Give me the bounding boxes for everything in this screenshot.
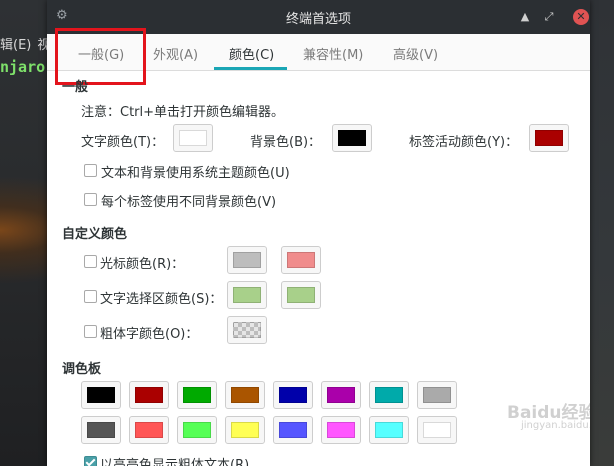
palette-row2-swatch-button-4[interactable] <box>225 416 265 444</box>
palette-row2-swatch-6 <box>327 422 355 438</box>
tab-active-color-button[interactable] <box>529 124 569 152</box>
active-tab-indicator <box>214 67 287 70</box>
palette-row1-swatch-button-8[interactable] <box>417 381 457 409</box>
desktop-background-right <box>590 0 614 466</box>
palette-row2-swatch-button-2[interactable] <box>129 416 169 444</box>
palette-row2-swatch-4 <box>231 422 259 438</box>
baidu-watermark-url: jingyan.baidu.com <box>521 420 590 431</box>
bold-color-checkbox[interactable] <box>84 325 97 338</box>
dialog-title: 终端首选项 <box>285 12 351 27</box>
palette-row2-swatch-button-1[interactable] <box>81 416 121 444</box>
palette-row2-swatch-button-3[interactable] <box>177 416 217 444</box>
ctrl-click-note: 注意：Ctrl+单击打开颜色编辑器。 <box>81 105 285 120</box>
palette-row1-swatch-button-1[interactable] <box>81 381 121 409</box>
terminal-menu-edit[interactable]: 辑(E) <box>0 38 31 53</box>
section-custom-title: 自定义颜色 <box>62 227 128 242</box>
tab-compatibility[interactable]: 兼容性(M) <box>303 44 363 63</box>
preferences-dialog: ⚙ 终端首选项 ▲ ⤢ ✕ 一般(G) 外观(A) 颜色(C) 兼容性(M) 高… <box>47 0 590 466</box>
text-color-swatch <box>179 130 207 146</box>
section-general-title: 一般 <box>62 80 89 95</box>
palette-row2-swatch-2 <box>135 422 163 438</box>
palette-row1-swatch-3 <box>183 387 211 403</box>
bold-color-swatch <box>233 322 261 338</box>
palette-row1-swatch-button-2[interactable] <box>129 381 169 409</box>
palette-row2-swatch-button-6[interactable] <box>321 416 361 444</box>
palette-row2-swatch-5 <box>279 422 307 438</box>
palette-row1-swatch-button-5[interactable] <box>273 381 313 409</box>
tab-colors[interactable]: 颜色(C) <box>229 44 274 63</box>
palette-row1-swatch-button-4[interactable] <box>225 381 265 409</box>
cursor-color-checkbox[interactable] <box>84 255 97 268</box>
bold-color-label[interactable]: 粗体字颜色(O)： <box>100 323 198 342</box>
cursor-color-button-1[interactable] <box>227 246 267 274</box>
bright-bold-label[interactable]: 以高亮色显示粗体文本(R) <box>100 454 249 466</box>
text-color-label: 文字颜色(T)： <box>81 135 165 150</box>
tab-advanced[interactable]: 高级(V) <box>393 44 438 63</box>
use-system-theme-label[interactable]: 文本和背景使用系统主题颜色(U) <box>101 162 290 181</box>
cursor-color-button-2[interactable] <box>281 246 321 274</box>
per-tab-bg-checkbox[interactable] <box>84 193 97 206</box>
selection-color-label[interactable]: 文字选择区颜色(S)： <box>100 288 222 307</box>
palette-row2-swatch-7 <box>375 422 403 438</box>
minimize-icon[interactable]: ▲ <box>517 9 533 25</box>
palette-row1-swatch-7 <box>375 387 403 403</box>
tab-active-color-swatch <box>535 130 563 146</box>
section-palette-title: 调色板 <box>62 362 102 377</box>
bright-bold-checkbox[interactable] <box>84 456 97 466</box>
tab-appearance[interactable]: 外观(A) <box>153 44 198 63</box>
use-system-theme-checkbox[interactable] <box>84 164 97 177</box>
selection-color-swatch-2 <box>287 287 315 303</box>
palette-row1-swatch-button-6[interactable] <box>321 381 361 409</box>
bg-color-label: 背景色(B)： <box>250 135 322 150</box>
palette-row1-swatch-1 <box>87 387 115 403</box>
tab-active-color-label: 标签活动颜色(Y)： <box>409 135 519 150</box>
selection-color-swatch-1 <box>233 287 261 303</box>
text-color-button[interactable] <box>173 124 213 152</box>
palette-row1-swatch-button-7[interactable] <box>369 381 409 409</box>
palette-row2-swatch-button-8[interactable] <box>417 416 457 444</box>
palette-row1-swatch-2 <box>135 387 163 403</box>
close-icon[interactable]: ✕ <box>573 9 589 25</box>
selection-color-checkbox[interactable] <box>84 290 97 303</box>
selection-color-button-2[interactable] <box>281 281 321 309</box>
palette-row1-swatch-6 <box>327 387 355 403</box>
palette-row2-swatch-button-7[interactable] <box>369 416 409 444</box>
bg-color-swatch <box>338 130 366 146</box>
dialog-titlebar[interactable]: ⚙ 终端首选项 ▲ ⤢ ✕ <box>47 0 590 34</box>
palette-row2-swatch-3 <box>183 422 211 438</box>
cursor-color-swatch-2 <box>287 252 315 268</box>
maximize-icon[interactable]: ⤢ <box>541 9 557 25</box>
tab-bar: 一般(G) 外观(A) 颜色(C) 兼容性(M) 高级(V) <box>47 34 590 71</box>
cursor-color-swatch-1 <box>233 252 261 268</box>
cursor-color-label[interactable]: 光标颜色(R)： <box>100 253 184 272</box>
terminal-prompt-text: njaro <box>0 58 46 76</box>
tab-general[interactable]: 一般(G) <box>78 44 124 63</box>
per-tab-bg-label[interactable]: 每个标签使用不同背景颜色(V) <box>101 191 276 210</box>
palette-row2-swatch-button-5[interactable] <box>273 416 313 444</box>
palette-row2-swatch-1 <box>87 422 115 438</box>
selection-color-button-1[interactable] <box>227 281 267 309</box>
bg-color-button[interactable] <box>332 124 372 152</box>
bold-color-button[interactable] <box>227 316 267 344</box>
palette-row2-swatch-8 <box>423 422 451 438</box>
palette-row1-swatch-4 <box>231 387 259 403</box>
palette-row1-swatch-8 <box>423 387 451 403</box>
palette-row1-swatch-button-3[interactable] <box>177 381 217 409</box>
palette-row1-swatch-5 <box>279 387 307 403</box>
